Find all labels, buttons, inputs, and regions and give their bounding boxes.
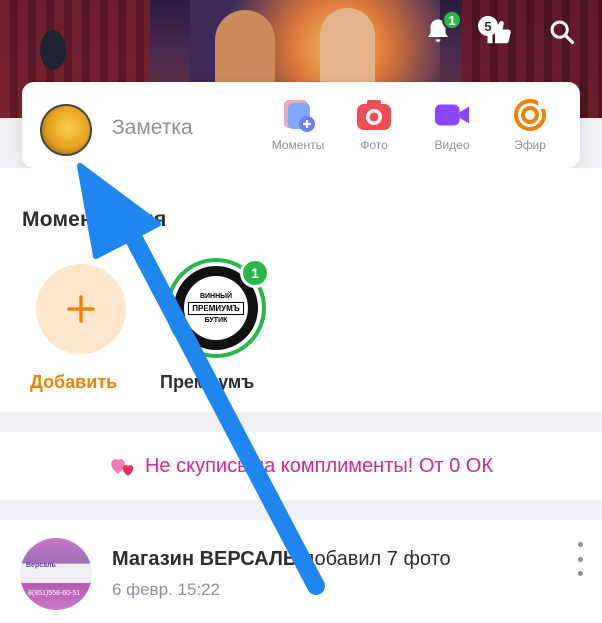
story-logo-text: ПРЕМИУМЪ	[188, 301, 244, 315]
video-label: Видео	[434, 138, 470, 152]
likes-button[interactable]: 5	[478, 14, 518, 50]
search-icon	[550, 20, 575, 45]
post-author-avatar[interactable]: Версаль 8(851)558-60-51	[20, 538, 92, 610]
note-input[interactable]: Заметка	[112, 116, 193, 140]
post-more-button[interactable]	[572, 542, 588, 576]
more-dots-icon	[577, 542, 583, 547]
photo-label: Фото	[360, 138, 388, 152]
video-camera-icon	[434, 104, 470, 126]
hearts-icon	[111, 459, 134, 476]
story-logo-text: ВИННЫЙ	[199, 292, 233, 300]
post-author[interactable]: Магазин ВЕРСАЛЬ добавил 7 фото	[112, 548, 451, 571]
moments-button[interactable]: Моменты	[262, 96, 334, 152]
camera-icon	[357, 100, 391, 130]
more-dots-icon	[577, 556, 583, 562]
moments-label: Моменты	[271, 138, 325, 152]
video-button[interactable]: Видео	[416, 96, 488, 152]
post-timestamp: 6 февр. 15:22	[112, 580, 221, 599]
photo-button[interactable]: Фото	[338, 96, 410, 152]
notifications-badge: 1	[442, 10, 462, 30]
header-actions: 1 5	[420, 10, 580, 50]
feed-post: Версаль 8(851)558-60-51 Магазин ВЕРСАЛЬ …	[0, 520, 602, 623]
banner-bird	[40, 30, 66, 70]
more-dots-icon	[577, 571, 583, 576]
post-action-text: добавил 7 фото	[297, 548, 451, 570]
moments-section: Моменты дня Добавить ВИННЫЙ ПРЕМИУМЪ БУТ…	[0, 168, 602, 412]
avatar-text: 8(851)558-60-51	[28, 590, 81, 597]
live-label: Эфир	[514, 138, 546, 152]
notifications-button[interactable]: 1	[420, 10, 462, 50]
user-avatar[interactable]	[40, 104, 92, 156]
banner-figure	[320, 8, 375, 88]
banner-figure	[215, 10, 275, 90]
post-author-name[interactable]: Магазин ВЕРСАЛЬ	[112, 548, 297, 570]
search-button[interactable]	[544, 14, 580, 50]
avatar-text: Версаль	[26, 562, 56, 569]
add-moment-label: Добавить	[30, 372, 118, 392]
section-title: Моменты дня	[22, 208, 167, 231]
compliments-promo[interactable]: Не скупись на комплименты! От 0 ОК	[0, 432, 602, 500]
live-button[interactable]: Эфир	[494, 96, 566, 152]
story-label: Премиумъ	[160, 372, 255, 392]
moments-icon	[284, 100, 315, 132]
plus-icon	[67, 295, 95, 323]
post-composer: Заметка Моменты Фото Видео Эфир	[22, 82, 580, 168]
story-count-badge: 1	[240, 258, 270, 288]
likes-badge: 5	[478, 16, 498, 36]
add-moment-button[interactable]	[36, 264, 126, 354]
promo-text: Не скупись на комплименты! От 0 ОК	[144, 454, 494, 477]
live-broadcast-icon	[514, 99, 546, 131]
story-logo-text: БУТИК	[204, 316, 228, 324]
